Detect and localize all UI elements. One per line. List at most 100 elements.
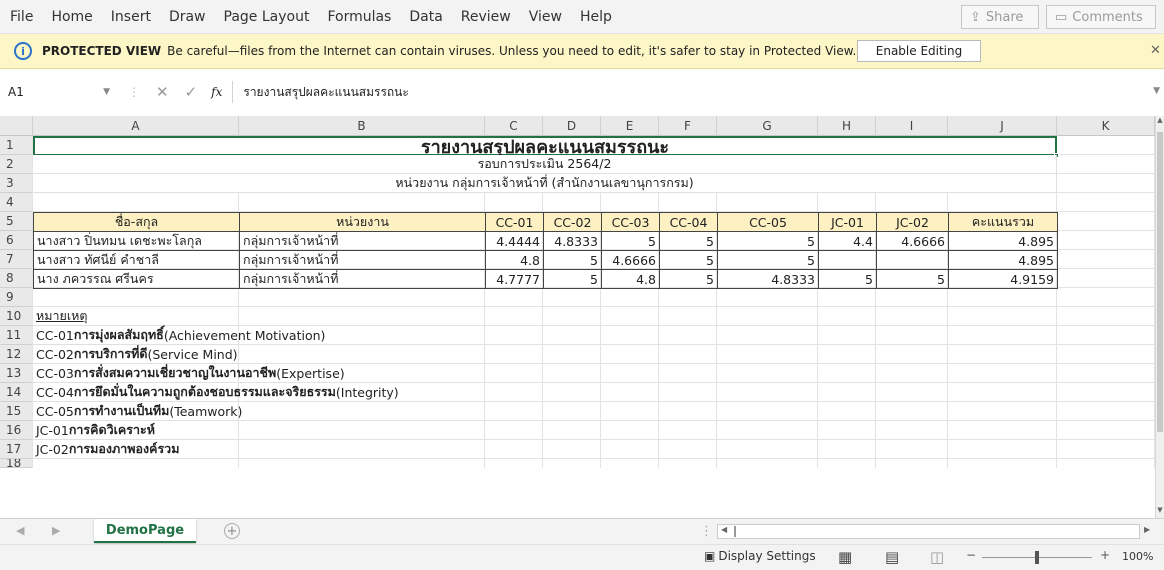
column-header-g[interactable]: G — [717, 116, 818, 136]
row-header[interactable]: 6 — [0, 231, 33, 250]
chevron-down-icon[interactable]: ▼ — [103, 87, 110, 97]
row-header[interactable]: 4 — [0, 193, 33, 212]
report-title-cell[interactable]: รายงานสรุปผลคะแนนสมรรถนะ — [33, 136, 1057, 158]
horizontal-scroll-thumb[interactable] — [734, 526, 736, 537]
table-cell[interactable]: นางสาว ปิ่นทมน เดชะพะโลกุล — [33, 231, 240, 251]
header-jc01[interactable]: JC-01 — [818, 212, 877, 232]
table-cell[interactable]: 4.895 — [948, 250, 1058, 270]
table-cell[interactable]: 5 — [543, 269, 602, 289]
table-cell[interactable]: นาง ภควรรณ ศรีนคร — [33, 269, 240, 289]
row-header[interactable]: 2 — [0, 155, 33, 174]
sheet-tab-demopage[interactable]: DemoPage — [94, 519, 196, 543]
note-row[interactable]: CC-02 การบริการที่ดี (Service Mind) — [33, 345, 239, 364]
zoom-in-icon[interactable]: + — [1100, 548, 1110, 562]
row-header[interactable]: 10 — [0, 307, 33, 326]
horizontal-scrollbar[interactable]: ◀ — [717, 524, 1140, 539]
prev-sheet-icon[interactable]: ◀ — [16, 524, 24, 537]
row-header[interactable]: 11 — [0, 326, 33, 345]
note-row[interactable]: CC-04 การยึดมั่นในความถูกต้องชอบธรรมและจ… — [33, 383, 399, 402]
zoom-slider[interactable] — [982, 551, 1092, 564]
column-header-i[interactable]: I — [876, 116, 948, 136]
table-cell[interactable]: 5 — [659, 250, 718, 270]
function-icon[interactable]: fx — [211, 85, 222, 99]
column-header-a[interactable]: A — [33, 116, 239, 136]
menu-data[interactable]: Data — [400, 9, 451, 25]
row-header[interactable]: 7 — [0, 250, 33, 269]
add-sheet-icon[interactable]: + — [224, 523, 240, 539]
table-cell[interactable]: 5 — [876, 269, 949, 289]
table-cell[interactable]: 4.9159 — [948, 269, 1058, 289]
row-header[interactable]: 16 — [0, 421, 33, 440]
column-header-j[interactable]: J — [948, 116, 1057, 136]
header-cc02[interactable]: CC-02 — [543, 212, 602, 232]
table-cell[interactable]: 4.4444 — [485, 231, 544, 251]
table-cell[interactable]: 4.8333 — [543, 231, 602, 251]
scroll-down-icon[interactable]: ▼ — [1156, 506, 1164, 518]
menu-home[interactable]: Home — [42, 9, 101, 25]
table-cell[interactable]: 4.8 — [485, 250, 544, 270]
table-cell[interactable]: นางสาว ทัศนีย์ คำชาลี — [33, 250, 240, 270]
scroll-right-icon[interactable]: ▶ — [1144, 525, 1150, 534]
menu-help[interactable]: Help — [571, 9, 621, 25]
page-layout-view-icon[interactable]: ▤ — [885, 548, 899, 566]
scroll-left-icon[interactable]: ◀ — [721, 525, 727, 534]
table-cell[interactable]: กลุ่มการเจ้าหน้าที่ — [239, 269, 486, 289]
header-cc03[interactable]: CC-03 — [601, 212, 660, 232]
menu-draw[interactable]: Draw — [160, 9, 215, 25]
share-button[interactable]: ⇪ Share — [961, 5, 1039, 29]
note-row[interactable]: CC-01 การมุ่งผลสัมฤทธิ์ (Achievement Mot… — [33, 326, 325, 345]
display-settings-button[interactable]: ▣ Display Settings — [704, 549, 816, 563]
formula-input[interactable]: รายงานสรุปผลคะแนนสมรรถนะ — [232, 81, 1164, 103]
row-header[interactable]: 18 — [0, 459, 33, 468]
table-cell[interactable]: 5 — [717, 250, 819, 270]
row-header[interactable]: 14 — [0, 383, 33, 402]
table-cell[interactable]: 5 — [717, 231, 819, 251]
table-cell[interactable]: 5 — [659, 231, 718, 251]
note-row[interactable]: CC-05 การทำงานเป็นทีม (Teamwork) — [33, 402, 242, 421]
row-header[interactable]: 5 — [0, 212, 33, 231]
header-name[interactable]: ชื่อ-สกุล — [33, 212, 240, 232]
table-cell[interactable]: 5 — [601, 231, 660, 251]
row-header[interactable]: 17 — [0, 440, 33, 459]
header-cc01[interactable]: CC-01 — [485, 212, 544, 232]
menu-file[interactable]: File — [0, 9, 42, 25]
page-break-view-icon[interactable]: ◫ — [930, 548, 944, 566]
row-header[interactable]: 15 — [0, 402, 33, 421]
round-cell[interactable]: รอบการประเมิน 2564/2 — [33, 155, 1057, 174]
confirm-icon[interactable]: ✓ — [185, 83, 198, 101]
menu-review[interactable]: Review — [452, 9, 520, 25]
table-cell[interactable]: 4.8 — [601, 269, 660, 289]
next-sheet-icon[interactable]: ▶ — [52, 524, 60, 537]
column-header-h[interactable]: H — [818, 116, 876, 136]
table-cell[interactable]: 4.6666 — [601, 250, 660, 270]
table-cell[interactable]: กลุ่มการเจ้าหน้าที่ — [239, 250, 486, 270]
menu-formulas[interactable]: Formulas — [318, 9, 400, 25]
vertical-scroll-thumb[interactable] — [1157, 132, 1163, 432]
close-icon[interactable]: ✕ — [1150, 43, 1161, 58]
zoom-slider-thumb[interactable] — [1035, 551, 1039, 564]
menu-insert[interactable]: Insert — [102, 9, 160, 25]
unit-cell[interactable]: หน่วยงาน กลุ่มการเจ้าหน้าที่ (สำนักงานเล… — [33, 174, 1057, 193]
table-cell[interactable]: 4.4 — [818, 231, 877, 251]
enable-editing-button[interactable]: Enable Editing — [857, 40, 981, 62]
zoom-out-icon[interactable]: − — [966, 548, 976, 562]
column-header-k[interactable]: K — [1057, 116, 1155, 136]
row-header[interactable]: 3 — [0, 174, 33, 193]
note-row[interactable]: CC-03 การสั่งสมความเชี่ยวชาญในงานอาชีพ (… — [33, 364, 345, 383]
zoom-level[interactable]: 100% — [1122, 550, 1153, 563]
expand-formula-bar-icon[interactable]: ▼ — [1153, 86, 1160, 96]
header-jc02[interactable]: JC-02 — [876, 212, 949, 232]
vertical-scrollbar[interactable]: ▲ ▼ — [1155, 116, 1164, 518]
table-cell[interactable]: กลุ่มการเจ้าหน้าที่ — [239, 231, 486, 251]
notes-title[interactable]: หมายเหตุ — [33, 307, 239, 326]
table-cell[interactable] — [876, 250, 949, 270]
table-cell[interactable] — [818, 250, 877, 270]
scroll-up-icon[interactable]: ▲ — [1156, 116, 1164, 128]
menu-view[interactable]: View — [520, 9, 571, 25]
table-cell[interactable]: 5 — [818, 269, 877, 289]
cancel-icon[interactable]: ✕ — [156, 83, 169, 101]
note-row[interactable]: JC-02 การมองภาพองค์รวม — [33, 440, 239, 459]
header-cc05[interactable]: CC-05 — [717, 212, 819, 232]
table-cell[interactable]: 5 — [543, 250, 602, 270]
menu-page-layout[interactable]: Page Layout — [215, 9, 319, 25]
